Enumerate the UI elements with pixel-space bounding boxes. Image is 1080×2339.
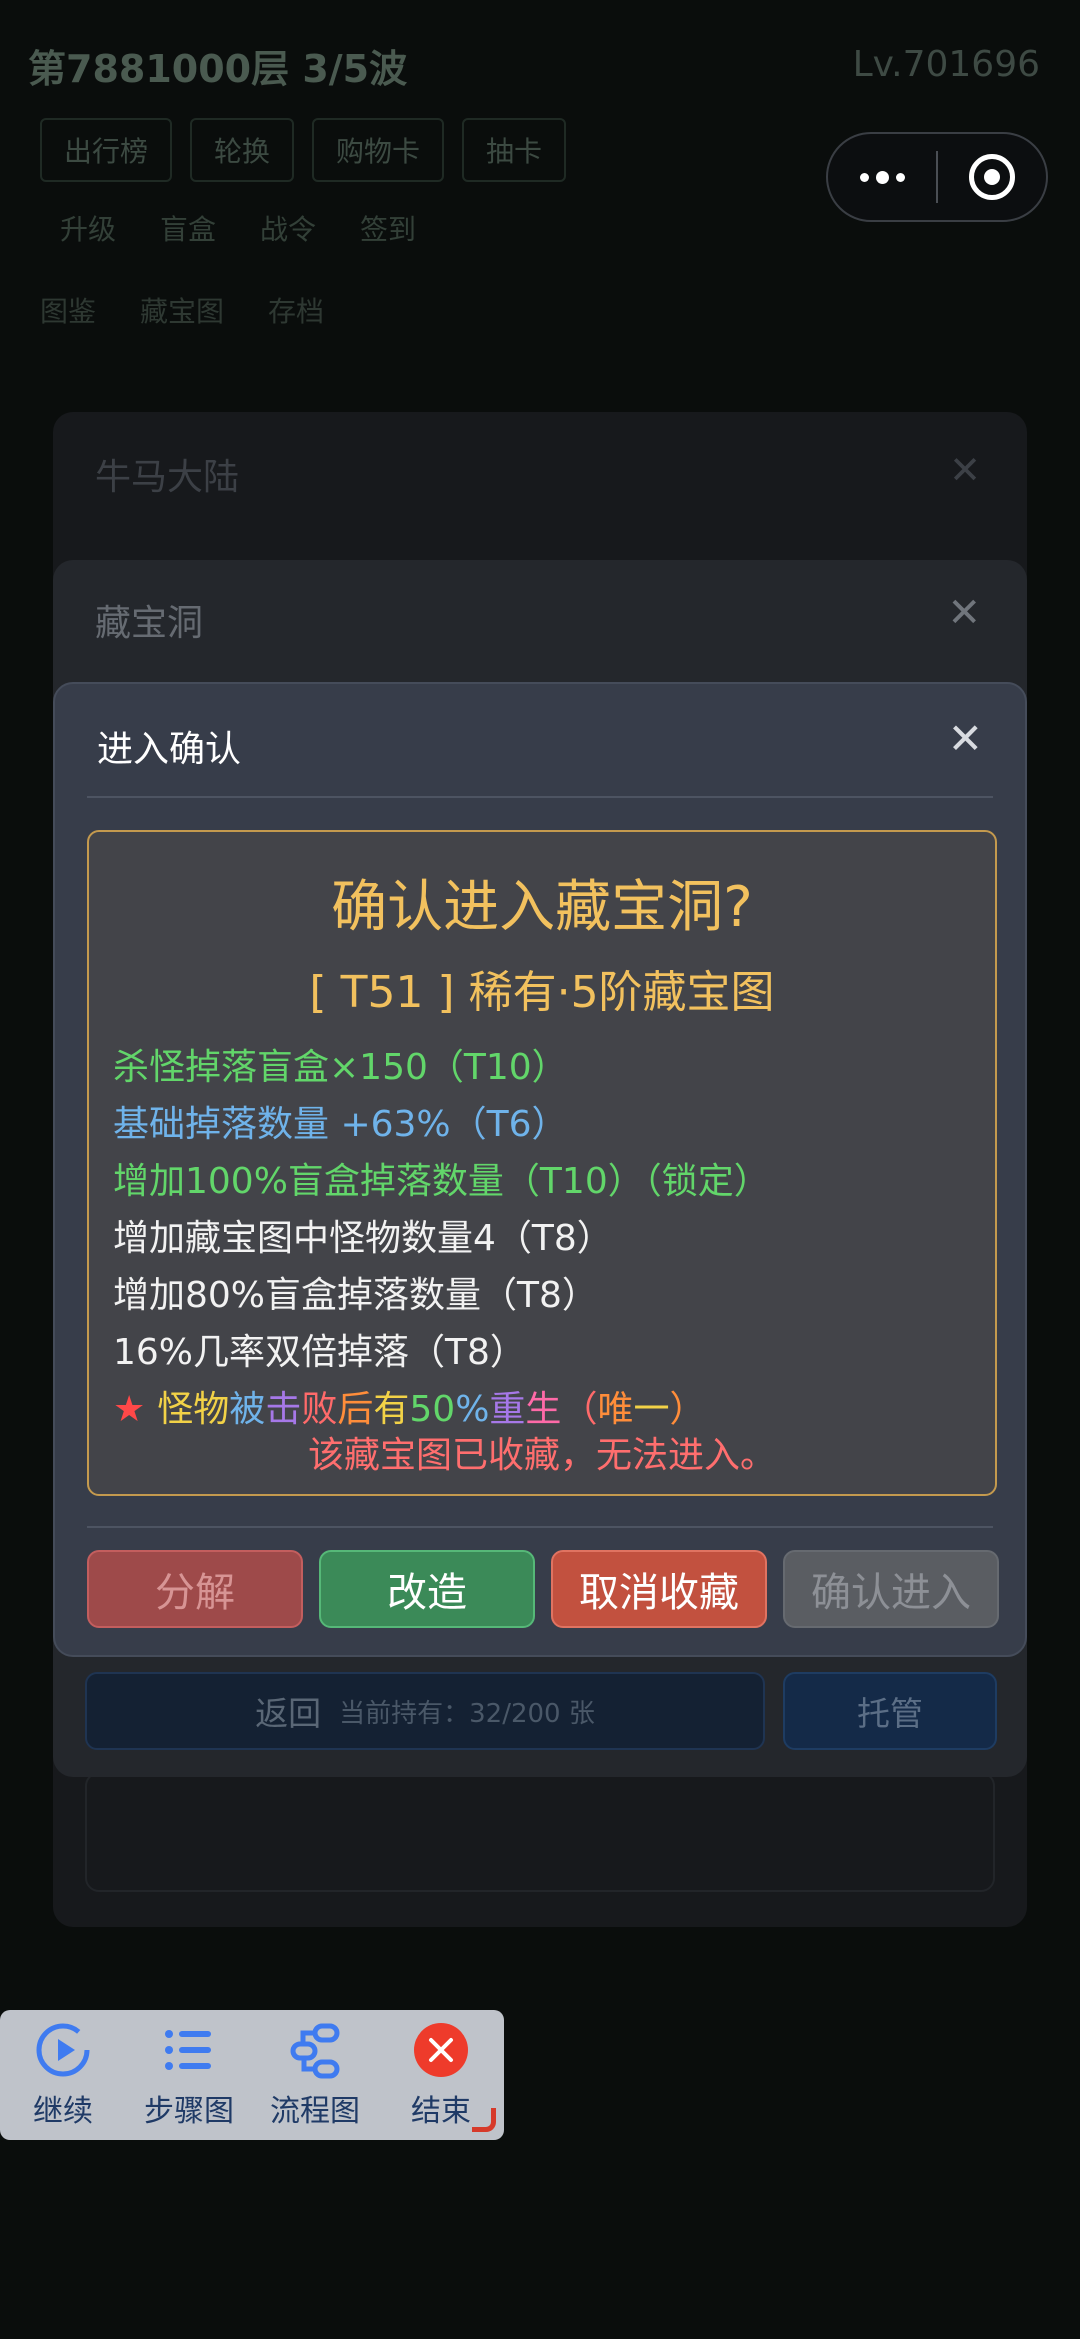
special-affix-segment: ）: [669, 1389, 706, 1430]
return-label: 返回: [255, 1694, 322, 1733]
list-icon: [159, 2020, 219, 2080]
special-affix-segment: 重: [489, 1389, 526, 1430]
more-dots-icon[interactable]: [828, 134, 936, 220]
special-affix-segment: 生: [525, 1389, 562, 1430]
affix-line: 增加藏宝图中怪物数量4（T8）: [113, 1218, 613, 1259]
divider: [87, 1526, 993, 1528]
toolbar-label: 步骤图: [144, 2094, 234, 2129]
return-button[interactable]: 返回 当前持有：32/200 张: [85, 1672, 765, 1750]
bg-item: 战令: [260, 213, 317, 246]
bg-item: 盲盒: [160, 213, 217, 246]
auto-manage-button[interactable]: 托管: [783, 1672, 997, 1750]
bg-header-title: 第7881000层 3/5波: [28, 47, 408, 91]
divider: [87, 796, 993, 798]
bg-row: 图鉴 藏宝图 存档: [40, 290, 324, 330]
affix-line: 16%几率双倍掉落（T8）: [113, 1332, 526, 1373]
play-icon: [33, 2020, 93, 2080]
special-affix-segment: 唯: [597, 1389, 634, 1430]
special-affix-segment: 败: [301, 1389, 338, 1430]
treasure-map-info: 确认进入藏宝洞? [ T51 ] 稀有·5阶藏宝图 杀怪掉落盲盒×150（T10…: [87, 830, 997, 1496]
special-affix-segment: （: [561, 1389, 598, 1430]
toolbar-label: 结束: [411, 2094, 471, 2129]
special-affix-segment: 怪物: [157, 1389, 230, 1430]
outer-panel-title: 牛马大陆: [95, 457, 240, 498]
star-icon: ★: [113, 1389, 146, 1430]
target-circle-icon[interactable]: [938, 134, 1046, 220]
decompose-button[interactable]: 分解: [87, 1550, 303, 1628]
close-circle-icon: [411, 2020, 471, 2080]
map-name: [ T51 ] 稀有·5阶藏宝图: [309, 967, 775, 1018]
dialog-title: 进入确认: [97, 729, 242, 770]
continue-button[interactable]: 继续: [0, 2010, 126, 2140]
special-affix-line: ★ 怪物被击败后有50%重生（唯一）: [113, 1380, 706, 1432]
special-affix-segment: 50: [409, 1389, 456, 1430]
collected-notice: 该藏宝图已收藏，无法进入。: [307, 1435, 776, 1476]
unfavorite-button[interactable]: 取消收藏: [551, 1550, 767, 1628]
affix-line: 增加100%盲盒掉落数量（T10）（锁定）: [113, 1161, 770, 1202]
confirm-enter-button[interactable]: 确认进入: [783, 1550, 999, 1628]
outer-panel-box: [85, 1772, 995, 1892]
bg-item: 藏宝图: [140, 295, 225, 328]
special-affix-text: 怪物被击败后有50%重生（唯一）: [157, 1389, 705, 1430]
toolbar-label: 继续: [33, 2094, 93, 2129]
close-icon[interactable]: ✕: [948, 714, 983, 763]
bg-item: 升级: [60, 213, 117, 246]
confirm-question: 确认进入藏宝洞?: [331, 875, 753, 940]
special-affix-segment: 一: [633, 1389, 670, 1430]
bg-tab: 出行榜: [40, 118, 173, 182]
special-affix-segment: 被: [229, 1389, 266, 1430]
steps-button[interactable]: 步骤图: [126, 2010, 252, 2140]
affix-line: 杀怪掉落盲盒×150（T10）: [113, 1047, 568, 1088]
floating-toolbar: 继续 步骤图 流程图 结束: [0, 2010, 504, 2140]
treasure-cave-title: 藏宝洞: [95, 603, 204, 644]
resize-corner-icon[interactable]: [472, 2108, 496, 2132]
reforge-button[interactable]: 改造: [319, 1550, 535, 1628]
bg-item: 图鉴: [40, 295, 97, 328]
bg-row: 升级 盲盒 战令 签到: [60, 208, 416, 248]
bg-tab: 抽卡: [462, 118, 567, 182]
bg-item: 签到: [360, 213, 417, 246]
special-affix-segment: 有: [373, 1389, 410, 1430]
bg-header-level: Lv.701696: [852, 44, 1040, 85]
bg-tab: 购物卡: [312, 118, 445, 182]
special-affix-segment: %: [455, 1389, 490, 1430]
miniprogram-capsule: [826, 132, 1048, 222]
toolbar-label: 流程图: [270, 2094, 360, 2129]
affix-line: 增加80%盲盒掉落数量（T8）: [113, 1275, 598, 1316]
affix-line: 基础掉落数量 +63%（T6）: [113, 1104, 568, 1145]
flowchart-icon: [285, 2020, 345, 2080]
special-affix-segment: 击: [265, 1389, 302, 1430]
close-icon[interactable]: ✕: [947, 590, 981, 636]
close-icon[interactable]: ✕: [949, 448, 981, 492]
holding-count: 当前持有：32/200 张: [339, 1698, 595, 1729]
bg-item: 存档: [268, 295, 325, 328]
bg-tab: 轮换: [190, 118, 295, 182]
flowchart-button[interactable]: 流程图: [252, 2010, 378, 2140]
bg-tabs: 出行榜 轮换 购物卡 抽卡: [40, 118, 567, 182]
enter-confirm-dialog: 进入确认 ✕ 确认进入藏宝洞? [ T51 ] 稀有·5阶藏宝图 杀怪掉落盲盒×…: [53, 682, 1027, 1657]
special-affix-segment: 后: [337, 1389, 374, 1430]
